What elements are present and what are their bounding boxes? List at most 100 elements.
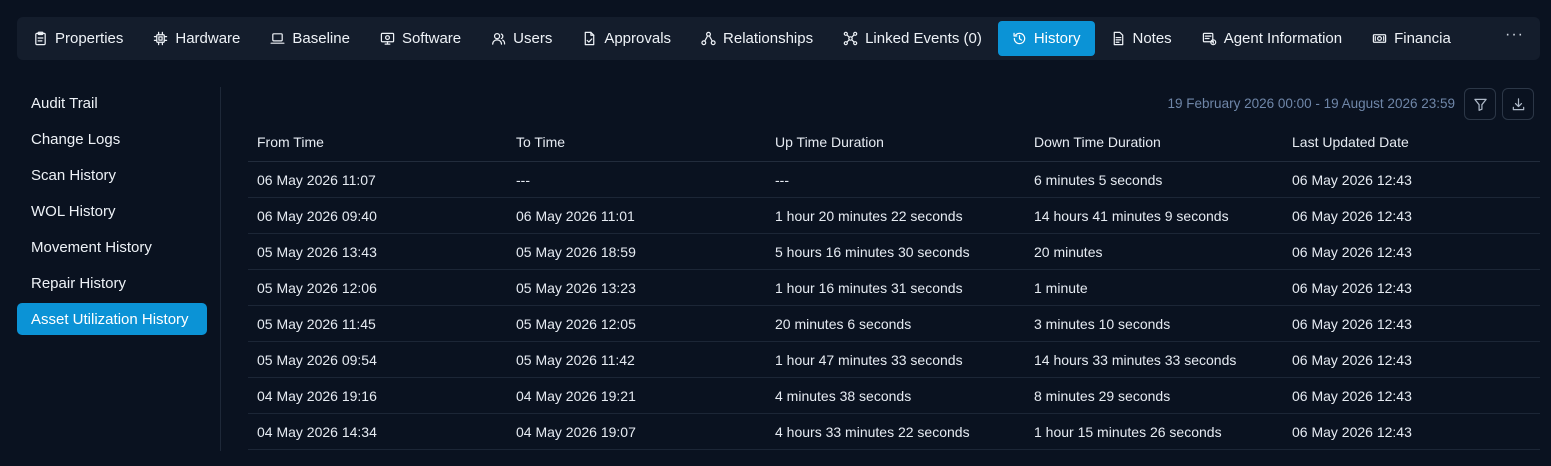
- download-button[interactable]: [1502, 88, 1534, 120]
- tab-properties[interactable]: Properties: [19, 21, 137, 56]
- sidebar-item-repair-history[interactable]: Repair History: [17, 267, 207, 299]
- tab-label: Users: [513, 30, 553, 47]
- table-cell: 6 minutes 5 seconds: [1025, 161, 1283, 198]
- table-row: 04 May 2026 19:16 04 May 2026 19:21 4 minu…: [248, 377, 1540, 414]
- table-cell: 8 minutes 29 seconds: [1025, 377, 1283, 414]
- tab-approvals[interactable]: Approvals: [568, 21, 685, 56]
- tab-label: Financia: [1394, 30, 1451, 47]
- tab-label: Baseline: [292, 30, 350, 47]
- table-cell: ---: [766, 161, 1025, 198]
- tab-hardware[interactable]: Hardware: [139, 21, 254, 56]
- column-header[interactable]: Up Time Duration: [766, 122, 1025, 162]
- sidebar-item-scan-history[interactable]: Scan History: [17, 159, 207, 191]
- sidebar-item-asset-utilization-history[interactable]: Asset Utilization History: [17, 303, 207, 335]
- table-cell: 4 minutes 38 seconds: [766, 377, 1025, 414]
- sidebar-item-wol-history[interactable]: WOL History: [17, 195, 207, 227]
- sidebar-item-label: WOL History: [31, 202, 116, 220]
- sidebar-item-movement-history[interactable]: Movement History: [17, 231, 207, 263]
- table-cell: 05 May 2026 12:05: [507, 305, 766, 342]
- table-cell: 1 hour 20 minutes 22 seconds: [766, 197, 1025, 234]
- tab-notes[interactable]: Notes: [1097, 21, 1186, 56]
- date-range-label[interactable]: 19 February 2026 00:00 - 19 August 2026 …: [1060, 96, 1455, 111]
- table-cell: 06 May 2026 09:40: [248, 197, 507, 234]
- table-row: 05 May 2026 09:54 05 May 2026 11:42 1 hour…: [248, 341, 1540, 378]
- table-cell: 06 May 2026 11:07: [248, 161, 507, 198]
- linked-nodes-icon: [843, 31, 858, 46]
- tab-label: Relationships: [723, 30, 814, 47]
- table-body: 06 May 2026 11:07 --- --- 6 minutes 5 secon…: [248, 161, 1540, 450]
- column-header[interactable]: From Time: [248, 122, 507, 162]
- money-icon: [1372, 34, 1387, 43]
- tab-history[interactable]: History: [997, 21, 1095, 56]
- table-cell: 1 hour 15 minutes 26 seconds: [1025, 413, 1283, 450]
- table-cell: 06 May 2026 12:43: [1283, 377, 1540, 414]
- note-icon: [1113, 31, 1123, 46]
- table-row: 05 May 2026 13:43 05 May 2026 18:59 5 hour…: [248, 233, 1540, 270]
- table-cell: 04 May 2026 14:34: [248, 413, 507, 450]
- relationship-nodes-icon: [701, 31, 716, 46]
- download-icon: [1512, 97, 1524, 110]
- table-cell: 14 hours 41 minutes 9 seconds: [1025, 197, 1283, 234]
- table-cell: 06 May 2026 12:43: [1283, 161, 1540, 198]
- sidebar-item-label: Change Logs: [31, 130, 121, 148]
- tab-list: Properties Hardware Baseline Software Users A…: [19, 21, 1454, 56]
- table-cell: 1 hour 47 minutes 33 seconds: [766, 341, 1025, 378]
- tab-baseline[interactable]: Baseline: [256, 21, 364, 56]
- tab-software[interactable]: Software: [366, 21, 475, 56]
- monitor-gear-icon: [380, 32, 395, 45]
- table-cell: 1 minute: [1025, 269, 1283, 306]
- tab-label: Properties: [55, 30, 124, 47]
- tab-bar: Properties Hardware Baseline Software Users A…: [17, 17, 1540, 60]
- table-row: 05 May 2026 12:06 05 May 2026 13:23 1 hour…: [248, 269, 1540, 306]
- tab-agent-information[interactable]: Agent Information: [1188, 21, 1356, 56]
- table-cell: 06 May 2026 12:43: [1283, 305, 1540, 342]
- table-cell: 06 May 2026 12:43: [1283, 197, 1540, 234]
- table-cell: 14 hours 33 minutes 33 seconds: [1025, 341, 1283, 378]
- table-cell: 06 May 2026 12:43: [1283, 269, 1540, 306]
- tab-label: Linked Events (0): [865, 30, 982, 47]
- agent-info-icon: [1202, 32, 1216, 46]
- tab-label: Approvals: [604, 30, 672, 47]
- tab-label: Software: [401, 30, 462, 47]
- cpu-chip-icon: [154, 31, 168, 46]
- sidebar-item-label: Repair History: [31, 274, 127, 292]
- table-header-row: From Time To Time Up Time Duration Down Tim…: [248, 122, 1540, 162]
- tab-label: Hardware: [175, 30, 241, 47]
- tab-users[interactable]: Users: [477, 21, 566, 56]
- table-row: 04 May 2026 14:34 04 May 2026 19:07 4 hour…: [248, 413, 1540, 450]
- table-cell: 05 May 2026 13:43: [248, 233, 507, 270]
- table-cell: 05 May 2026 13:23: [507, 269, 766, 306]
- clipboard-icon: [35, 31, 46, 46]
- tab-linked-events[interactable]: Linked Events (0): [829, 21, 996, 56]
- more-tabs-icon[interactable]: ···: [1505, 26, 1524, 44]
- table-cell: 20 minutes 6 seconds: [766, 305, 1025, 342]
- table-cell: 1 hour 16 minutes 31 seconds: [766, 269, 1025, 306]
- tab-label: Notes: [1132, 30, 1172, 47]
- tab-label: History: [1033, 30, 1081, 47]
- table-cell: 04 May 2026 19:21: [507, 377, 766, 414]
- sidebar-item-change-logs[interactable]: Change Logs: [17, 123, 207, 155]
- table-cell: 05 May 2026 11:42: [507, 341, 766, 378]
- table-row: 05 May 2026 11:45 05 May 2026 12:05 20 min…: [248, 305, 1540, 342]
- table-cell: 04 May 2026 19:16: [248, 377, 507, 414]
- tab-financial[interactable]: Financia: [1358, 21, 1454, 56]
- history-sidebar: Audit Trail Change Logs Scan History WOL Hi…: [17, 87, 207, 339]
- document-check-icon: [585, 31, 595, 46]
- laptop-icon: [270, 33, 285, 44]
- sidebar-item-audit-trail[interactable]: Audit Trail: [17, 87, 207, 119]
- tab-label: Agent Information: [1223, 30, 1343, 47]
- column-header[interactable]: Down Time Duration: [1025, 122, 1283, 162]
- table-cell: 06 May 2026 12:43: [1283, 341, 1540, 378]
- utilization-table: From Time To Time Up Time Duration Down Tim…: [248, 122, 1540, 450]
- history-icon: [1013, 32, 1026, 45]
- sidebar-item-label: Asset Utilization History: [31, 310, 189, 328]
- tab-relationships[interactable]: Relationships: [687, 21, 827, 56]
- users-icon: [492, 33, 506, 45]
- column-header[interactable]: To Time: [507, 122, 766, 162]
- table-row: 06 May 2026 11:07 --- --- 6 minutes 5 secon…: [248, 161, 1540, 198]
- table-row: 06 May 2026 09:40 06 May 2026 11:01 1 hour…: [248, 197, 1540, 234]
- sidebar-item-label: Movement History: [31, 238, 152, 256]
- column-header[interactable]: Last Updated Date: [1283, 122, 1540, 162]
- table-cell: 4 hours 33 minutes 22 seconds: [766, 413, 1025, 450]
- filter-button[interactable]: [1464, 88, 1496, 120]
